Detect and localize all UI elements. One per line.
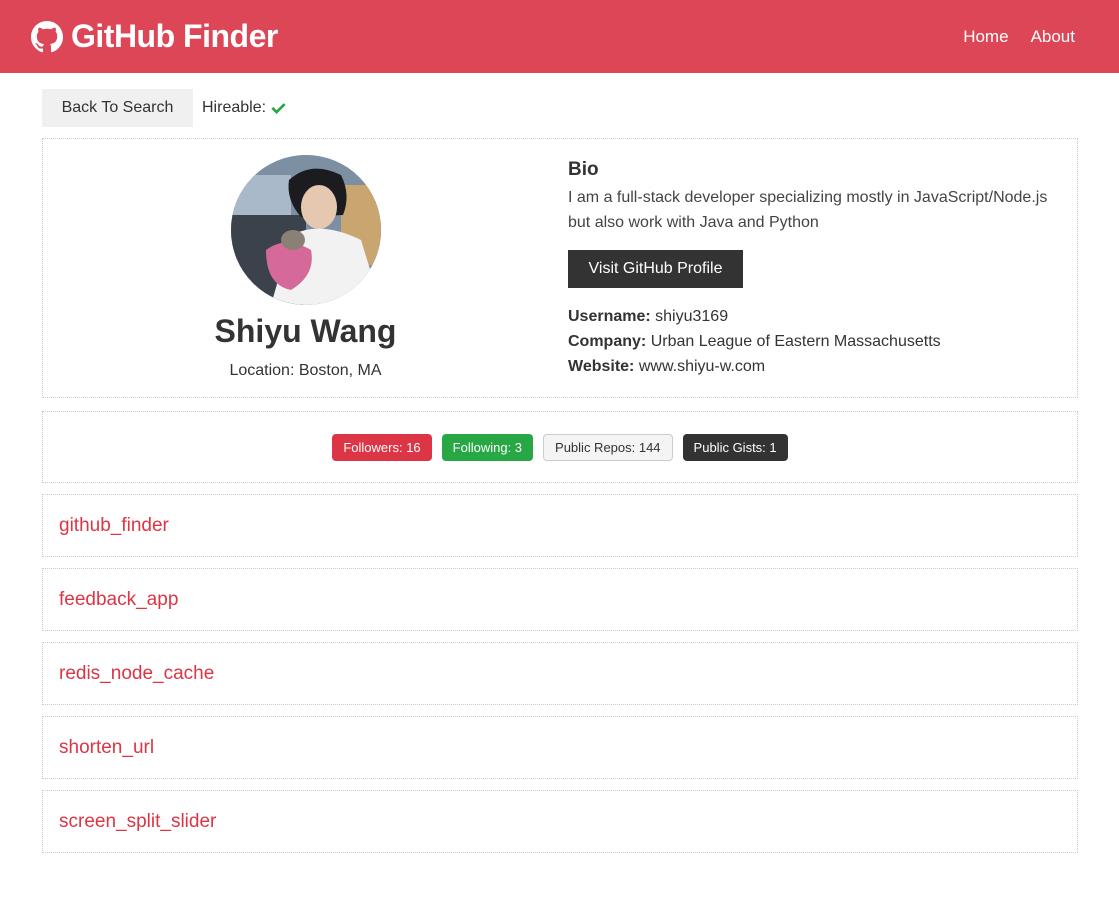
company-row: Company: Urban League of Eastern Massach… [568,329,1077,354]
repo-item: redis_node_cache [42,642,1078,705]
repo-item: feedback_app [42,568,1078,631]
repo-link[interactable]: github_finder [59,515,169,537]
company-label: Company: [568,333,647,350]
username-value: shiyu3169 [655,308,729,325]
github-icon [31,20,63,52]
following-badge: Following: 3 [441,433,534,461]
visit-github-profile-button[interactable]: Visit GitHub Profile [568,250,743,288]
hireable-status: Hireable: [202,99,287,117]
profile-summary: Shiyu Wang Location: Boston, MA [43,139,568,397]
nav-about-link[interactable]: About [1031,27,1075,47]
stats-card: Followers: 16 Following: 3 Public Repos:… [42,411,1078,483]
hireable-label: Hireable: [202,99,267,116]
username-row: Username: shiyu3169 [568,304,1077,329]
brand[interactable]: GitHub Finder [31,18,278,55]
company-value: Urban League of Eastern Massachusetts [650,333,941,350]
profile-details: Bio I am a full-stack developer speciali… [568,139,1077,397]
bio-text: I am a full-stack developer specializing… [568,189,1048,231]
repo-link[interactable]: shorten_url [59,737,154,759]
profile-info-list: Username: shiyu3169 Company: Urban Leagu… [568,304,1077,379]
repo-list: github_finder feedback_app redis_node_ca… [42,494,1078,853]
brand-title: GitHub Finder [71,18,278,54]
navbar: GitHub Finder Home About [0,0,1119,73]
username-label: Username: [568,308,651,325]
avatar-photo [230,155,381,305]
main-container: Back To Search Hireable: Shiyu Wang Loca… [42,89,1078,853]
repo-item: shorten_url [42,716,1078,779]
nav-home-link[interactable]: Home [963,27,1008,47]
bio-heading: Bio [568,159,599,180]
repo-item: screen_split_slider [42,790,1078,853]
website-value: www.shiyu-w.com [638,358,766,375]
check-icon [271,102,286,114]
website-label: Website: [568,358,635,375]
followers-badge: Followers: 16 [332,433,432,461]
public-gists-badge: Public Gists: 1 [682,433,788,461]
nav-links: Home About [963,27,1075,47]
website-row: Website: www.shiyu-w.com [568,354,1077,379]
repo-link[interactable]: redis_node_cache [59,663,214,685]
repo-link[interactable]: feedback_app [59,589,178,611]
profile-location: Location: Boston, MA [229,362,382,379]
avatar [230,155,381,305]
public-repos-badge: Public Repos: 144 [543,433,673,461]
topbar: Back To Search Hireable: [42,89,1078,127]
profile-card: Shiyu Wang Location: Boston, MA Bio I am… [42,138,1078,398]
repo-link[interactable]: screen_split_slider [59,811,216,833]
back-to-search-button[interactable]: Back To Search [42,89,193,127]
repo-item: github_finder [42,494,1078,557]
profile-name: Shiyu Wang [214,313,397,349]
